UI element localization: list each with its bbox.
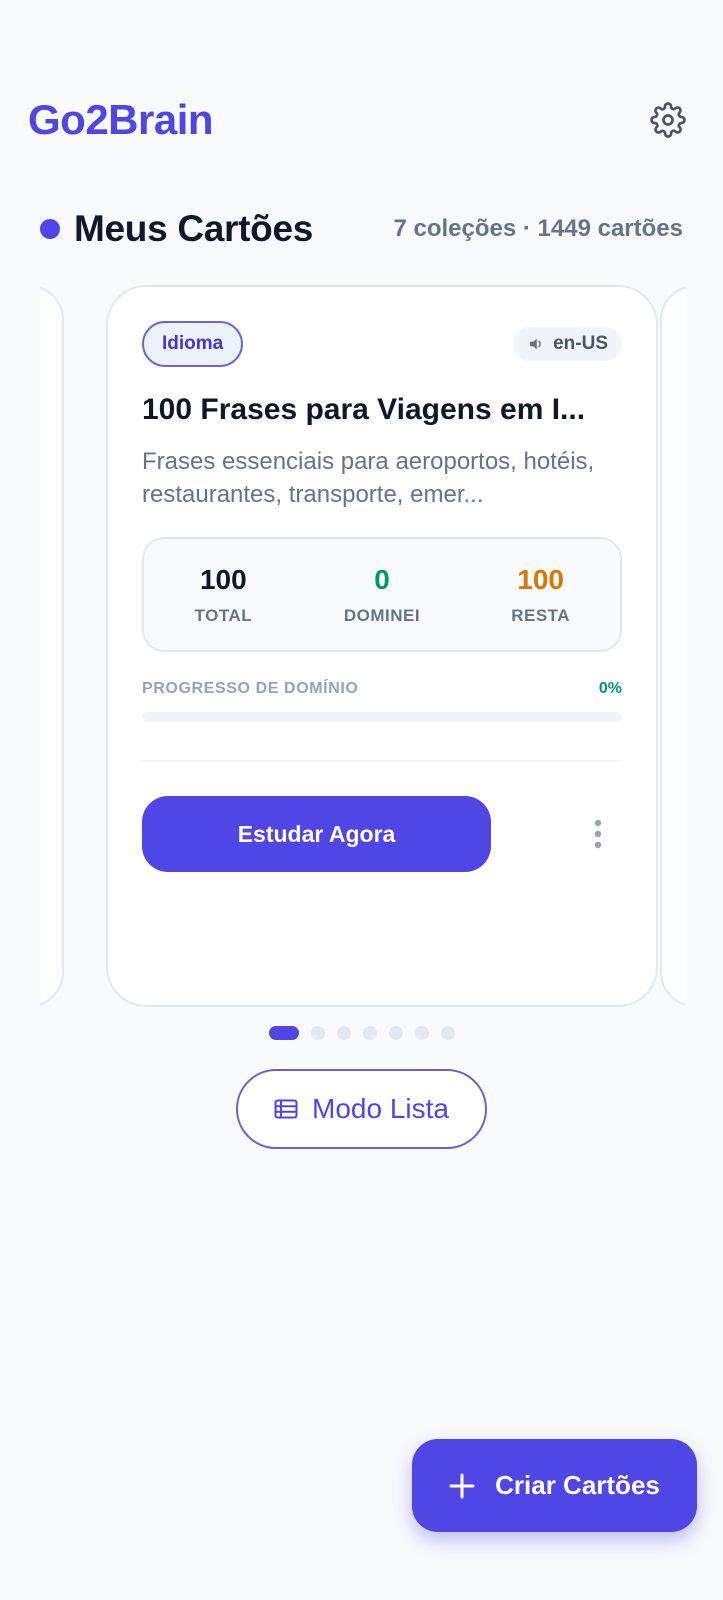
card-carousel[interactable]: Idioma en-US 100 Frases para Viagens em … (40, 285, 685, 1010)
gear-icon (650, 102, 686, 138)
study-now-button[interactable]: Estudar Agora (142, 796, 491, 872)
pagination-dot[interactable] (362, 1026, 377, 1040)
app-header: Go2Brain (28, 92, 687, 148)
progress-header: PROGRESSO DE DOMÍNIO 0% (142, 680, 622, 698)
settings-button[interactable] (649, 101, 687, 139)
previous-card-peek[interactable] (40, 285, 64, 1007)
card-actions: Estudar Agora (142, 796, 622, 872)
language-chip[interactable]: en-US (513, 327, 622, 361)
stat-total-value: 100 (199, 563, 247, 595)
stat-mastered: 0 DOMINEI (303, 564, 460, 626)
app-logo: Go2Brain (28, 96, 214, 143)
more-vertical-icon (594, 819, 602, 849)
card-description: Frases essenciais para aeroportos, hotéi… (142, 448, 595, 508)
category-badge: Idioma (142, 321, 244, 367)
create-cards-button[interactable]: Criar Cartões (412, 1439, 697, 1532)
stat-total: 100 TOTAL (145, 564, 302, 626)
list-mode-label: Modo Lista (312, 1093, 449, 1124)
stat-remaining-label: RESTA (511, 605, 571, 625)
pagination-dot[interactable] (414, 1026, 429, 1040)
speaker-icon (530, 338, 541, 350)
pagination-dot[interactable] (310, 1026, 325, 1040)
language-label: en-US (553, 333, 608, 354)
list-icon (274, 1099, 298, 1119)
section-header: Meus Cartões 7 coleções · 1449 cartões (40, 204, 683, 254)
card-divider (142, 760, 622, 762)
stat-remaining: 100 RESTA (462, 564, 619, 626)
create-cards-label: Criar Cartões (495, 1470, 660, 1500)
more-options-button[interactable] (578, 804, 618, 864)
card-title: 100 Frases para Viagens em I... (142, 393, 586, 426)
stats-box: 100 TOTAL 0 DOMINEI 100 RESTA (142, 537, 622, 652)
section-title: Meus Cartões (74, 208, 314, 249)
collection-card[interactable]: Idioma en-US 100 Frases para Viagens em … (106, 285, 658, 1007)
card-top-row: Idioma en-US (142, 321, 622, 367)
section-title-group: Meus Cartões (40, 208, 313, 250)
progress-percent: 0% (598, 680, 622, 697)
carousel-pagination (0, 1026, 723, 1040)
collection-count: 7 coleções · 1449 cartões (393, 215, 683, 242)
pagination-dot[interactable] (388, 1026, 403, 1040)
stat-mastered-value: 0 (374, 563, 390, 595)
section-dot (40, 219, 60, 239)
stat-remaining-value: 100 (517, 563, 564, 595)
pagination-dot[interactable] (440, 1026, 455, 1040)
next-card-peek[interactable] (660, 285, 685, 1007)
plus-icon (449, 1473, 475, 1498)
list-mode-button[interactable]: Modo Lista (236, 1069, 487, 1149)
stat-total-label: TOTAL (194, 605, 253, 625)
progress-bar (142, 712, 622, 722)
pagination-dot[interactable] (268, 1026, 299, 1040)
stat-mastered-label: DOMINEI (343, 605, 421, 625)
pagination-dot[interactable] (336, 1026, 351, 1040)
progress-label: PROGRESSO DE DOMÍNIO (142, 680, 359, 697)
